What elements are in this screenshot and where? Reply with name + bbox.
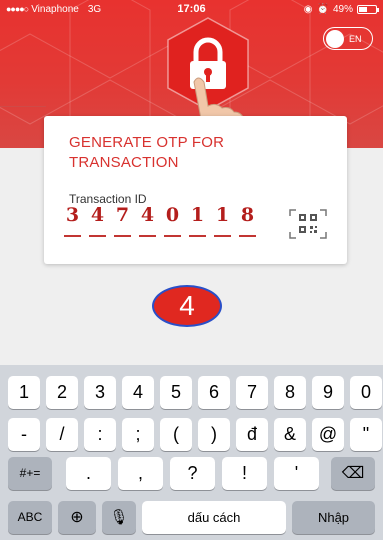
digit-text: 7 [115,204,130,226]
symbol-key[interactable]: : [84,418,116,451]
card-title: GENERATE OTP FOR TRANSACTION [69,134,225,171]
digit-text: 0 [165,204,180,226]
transaction-digit: 7 [110,204,135,244]
otp-card: GENERATE OTP FOR TRANSACTION Transaction… [44,116,347,264]
symbol-key[interactable]: ; [122,418,154,451]
digit-text: 1 [190,204,205,226]
transaction-digit: 1 [210,204,235,244]
symbol-key[interactable]: đ [236,418,268,451]
key-8[interactable]: 8 [274,376,306,409]
key-1[interactable]: 1 [8,376,40,409]
digit-underline [189,235,206,237]
decorative-line [0,106,46,107]
digit-text: 1 [215,204,230,226]
key-0[interactable]: 0 [350,376,382,409]
key-5[interactable]: 5 [160,376,192,409]
punctuation-key[interactable]: . [66,457,111,490]
microphone-icon[interactable]: 🎙 [102,501,136,534]
backspace-key[interactable]: ⌫ [331,457,375,490]
step-number-badge: 4 [152,285,222,327]
carrier-name: Vinaphone [31,3,79,15]
alarm-icon: ⏰ [316,3,329,15]
transaction-digit: 4 [135,204,160,244]
symbol-key[interactable]: @ [312,418,344,451]
digit-underline [89,235,106,237]
transaction-digit: 4 [85,204,110,244]
key-7[interactable]: 7 [236,376,268,409]
digit-text: 4 [140,204,155,226]
punctuation-key[interactable]: , [118,457,163,490]
punctuation-key[interactable]: ' [274,457,319,490]
key-4[interactable]: 4 [122,376,154,409]
network-type: 3G [87,3,102,15]
symbol-key[interactable]: " [350,418,382,451]
battery-icon [357,4,379,14]
symbol-key[interactable]: ) [198,418,230,451]
digit-text: 8 [240,204,255,226]
transaction-digit: 3 [60,204,85,244]
symbol-key[interactable]: & [274,418,306,451]
toggle-knob [326,29,344,48]
digit-text: 4 [90,204,105,226]
transaction-digit: 1 [185,204,210,244]
return-key[interactable]: Nhập [292,501,375,534]
key-2[interactable]: 2 [46,376,78,409]
transaction-id-digits: 34740118 [60,204,260,244]
space-key[interactable]: dấu cách [142,501,286,534]
abc-key[interactable]: ABC [8,501,52,534]
globe-icon[interactable]: ⊕ [58,501,96,534]
symbol-key[interactable]: / [46,418,78,451]
symbol-key[interactable]: ( [160,418,192,451]
digit-underline [114,235,131,237]
numeric-keyboard: #+= ⌫ ABC ⊕ 🎙 dấu cách Nhập 1 2 3 4 5 6 7 8 9 0 - /… [0,365,383,540]
digit-underline [64,235,81,237]
digit-underline [164,235,181,237]
key-3[interactable]: 3 [84,376,116,409]
symbols-key[interactable]: #+= [8,457,52,490]
punctuation-key[interactable]: ! [222,457,267,490]
transaction-digit: 0 [160,204,185,244]
language-toggle[interactable]: EN [323,27,373,50]
battery-percent: 49% [332,3,353,15]
digit-text: 3 [65,204,80,226]
qr-scan-icon[interactable] [288,207,328,241]
signal-icon: ●●●●○ [6,4,29,14]
symbol-key[interactable]: - [8,418,40,451]
digit-underline [139,235,156,237]
key-9[interactable]: 9 [312,376,344,409]
transaction-digit: 8 [235,204,260,244]
punctuation-key[interactable]: ? [170,457,215,490]
clock: 17:06 [177,3,206,15]
key-6[interactable]: 6 [198,376,230,409]
digit-underline [214,235,231,237]
digit-underline [239,235,256,237]
location-icon: ◉ [303,3,313,15]
language-label: EN [349,33,362,44]
